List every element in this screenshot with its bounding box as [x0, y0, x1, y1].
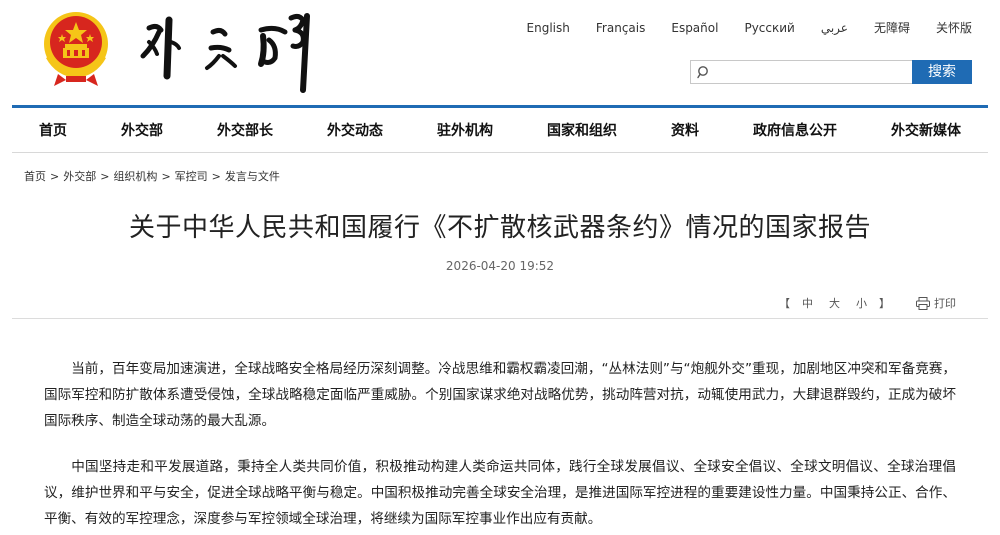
nav-item-diplomatic-news[interactable]: 外交动态: [327, 120, 383, 140]
search-button[interactable]: 搜索: [912, 60, 972, 84]
breadcrumb-separator: >: [50, 170, 60, 183]
language-bar: English Français Español Русский عربي 无障…: [527, 20, 972, 36]
publish-date: 2026-04-20 19:52: [445, 259, 555, 273]
language-link-spanish[interactable]: Español: [671, 20, 718, 36]
search-icon: [697, 66, 708, 79]
ministry-calligraphy-logo[interactable]: [135, 6, 335, 94]
accessibility-link[interactable]: 无障碍: [874, 20, 910, 36]
font-size-medium-option[interactable]: 中: [802, 295, 813, 311]
breadcrumb: 首页 > 外交部 > 组织机构 > 军控司 > 发言与文件: [24, 168, 280, 184]
article-body: 当前，百年变局加速演进，全球战略安全格局经历深刻调整。冷战思维和霸权霸凌回潮，“…: [44, 356, 956, 535]
font-size-bracket-close: 】: [879, 297, 890, 310]
language-link-english[interactable]: English: [527, 20, 570, 36]
article-tools: 【 中 大 小 】 打印: [775, 295, 956, 311]
nav-item-missions-abroad[interactable]: 驻外机构: [437, 120, 493, 140]
nav-item-minister[interactable]: 外交部长: [217, 120, 273, 140]
content-divider: [12, 318, 988, 319]
article-paragraph: 中国坚持走和平发展道路，秉持全人类共同价值，积极推动构建人类命运共同体，践行全球…: [44, 459, 956, 527]
breadcrumb-organization[interactable]: 组织机构: [113, 170, 157, 183]
site-header: English Français Español Русский عربي 无障…: [0, 0, 1000, 104]
breadcrumb-separator: >: [100, 170, 110, 183]
nav-item-home[interactable]: 首页: [39, 120, 67, 140]
breadcrumb-separator: >: [161, 170, 171, 183]
font-size-selector: 【 中 大 小 】: [775, 295, 894, 311]
breadcrumb-speeches-documents[interactable]: 发言与文件: [225, 170, 280, 183]
search-input[interactable]: [711, 61, 912, 83]
elderly-care-link[interactable]: 关怀版: [936, 20, 972, 36]
font-size-small-option[interactable]: 小: [856, 295, 867, 311]
nav-item-ministry[interactable]: 外交部: [121, 120, 163, 140]
breadcrumb-ministry[interactable]: 外交部: [63, 170, 96, 183]
nav-item-new-media[interactable]: 外交新媒体: [891, 120, 961, 140]
language-link-french[interactable]: Français: [596, 20, 645, 36]
language-link-arabic[interactable]: عربي: [821, 20, 848, 36]
breadcrumb-arms-control-dept[interactable]: 军控司: [175, 170, 208, 183]
nav-item-resources[interactable]: 资料: [671, 120, 699, 140]
font-size-large-option[interactable]: 大: [829, 295, 840, 311]
search-box: [690, 60, 912, 84]
national-emblem[interactable]: [36, 6, 116, 88]
page-title: 关于中华人民共和国履行《不扩散核武器条约》情况的国家报告: [128, 213, 871, 243]
print-icon: [916, 296, 930, 310]
print-button[interactable]: 打印: [916, 295, 956, 311]
nav-item-government-info[interactable]: 政府信息公开: [753, 120, 837, 140]
main-nav: 首页 外交部 外交部长 外交动态 驻外机构 国家和组织 资料 政府信息公开 外交…: [12, 105, 988, 153]
breadcrumb-home[interactable]: 首页: [24, 170, 46, 183]
font-size-bracket-open: 【: [779, 297, 790, 310]
nav-item-countries-organizations[interactable]: 国家和组织: [547, 120, 617, 140]
language-link-russian[interactable]: Русский: [744, 20, 794, 36]
print-label: 打印: [934, 297, 956, 310]
article-paragraph: 当前，百年变局加速演进，全球战略安全格局经历深刻调整。冷战思维和霸权霸凌回潮，“…: [44, 361, 956, 429]
breadcrumb-separator: >: [211, 170, 221, 183]
